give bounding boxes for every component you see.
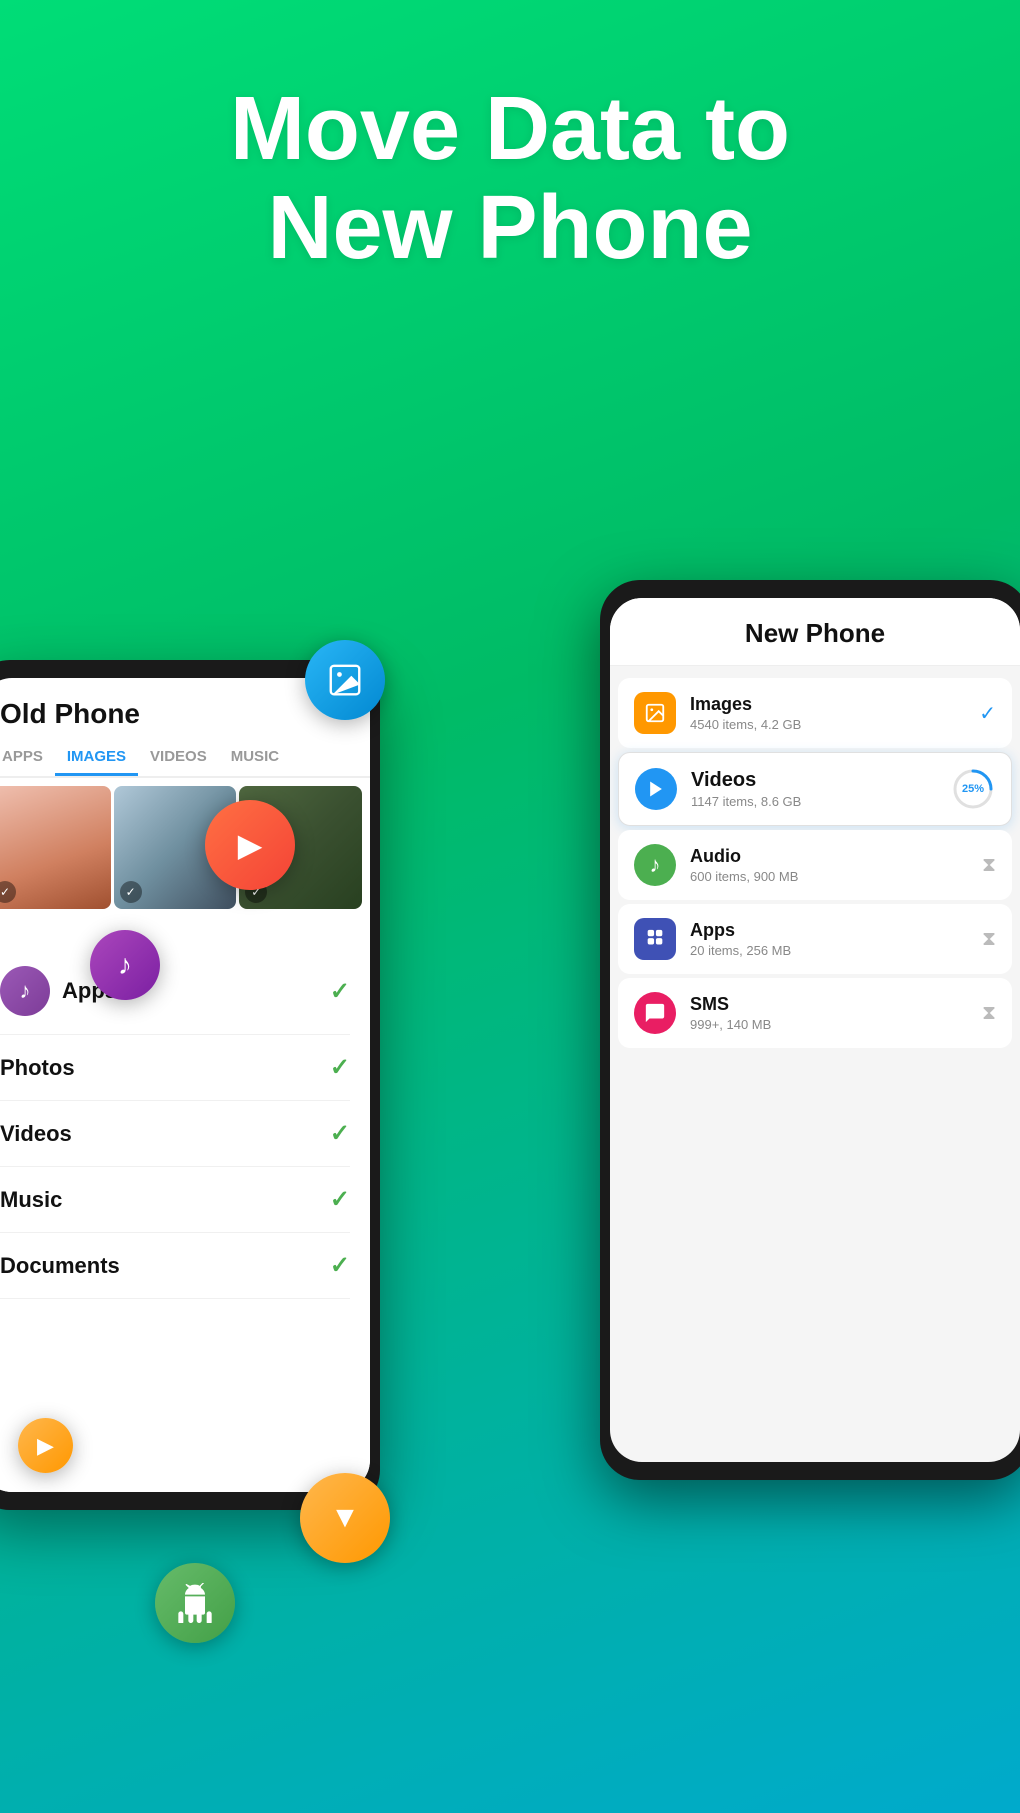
videos-label: Videos xyxy=(0,1121,72,1147)
photo-1: ✓ xyxy=(0,786,111,909)
apps-icon xyxy=(634,918,676,960)
photos-check: ✓ xyxy=(330,1053,350,1082)
music-note-icon: ♪ xyxy=(118,949,132,981)
music-label: Music xyxy=(0,1187,62,1213)
audio-icon: ♪ xyxy=(634,844,676,886)
apps-status: ⧗ xyxy=(982,928,996,951)
tab-videos[interactable]: VIDEOS xyxy=(138,740,219,776)
documents-label: Documents xyxy=(0,1253,120,1279)
new-list-item-videos[interactable]: Videos 1147 items, 8.6 GB 25% xyxy=(618,752,1012,826)
new-list-item-sms[interactable]: SMS 999+, 140 MB ⧗ xyxy=(618,978,1012,1048)
photos-label: Photos xyxy=(0,1055,75,1081)
hero-title-line2: New Phone xyxy=(60,179,960,278)
hero-title: Move Data to New Phone xyxy=(0,80,1020,278)
list-item-documents[interactable]: Documents ✓ xyxy=(0,1233,350,1299)
photo-2-check: ✓ xyxy=(120,881,142,903)
sms-name: SMS xyxy=(690,994,968,1015)
new-phone-screen: New Phone Images 4540 items, 4.2 GB xyxy=(610,598,1020,1462)
apps-info: Apps 20 items, 256 MB xyxy=(690,920,968,958)
audio-sub: 600 items, 900 MB xyxy=(690,869,968,884)
tab-music[interactable]: MUSIC xyxy=(219,740,291,776)
new-phone-title: New Phone xyxy=(610,598,1020,666)
audio-status: ⧗ xyxy=(982,854,996,877)
apps-name: Apps xyxy=(690,920,968,941)
music-check: ✓ xyxy=(330,1185,350,1214)
tab-images[interactable]: IMAGES xyxy=(55,740,138,776)
sms-sub: 999+, 140 MB xyxy=(690,1017,968,1032)
apps-check: ✓ xyxy=(330,977,350,1006)
apps-sub: 20 items, 256 MB xyxy=(690,943,968,958)
videos-sub: 1147 items, 8.6 GB xyxy=(691,794,937,809)
old-phone-screen: Old Phone APPS IMAGES VIDEOS MUSIC ✓ ✓ ✓ xyxy=(0,678,370,1492)
images-icon xyxy=(634,692,676,734)
old-phone-list: ♪ Apps ✓ Photos ✓ Videos ✓ Music ✓ xyxy=(0,948,370,1492)
float-orange-play[interactable]: ▶ xyxy=(18,1418,73,1473)
videos-progress: 25% xyxy=(951,767,995,811)
float-android-icon xyxy=(155,1563,235,1643)
videos-check: ✓ xyxy=(330,1119,350,1148)
sms-icon xyxy=(634,992,676,1034)
new-list-item-images[interactable]: Images 4540 items, 4.2 GB ✓ xyxy=(618,678,1012,748)
hero-title-line1: Move Data to xyxy=(60,80,960,179)
apps-music-icon: ♪ xyxy=(0,966,50,1016)
sms-info: SMS 999+, 140 MB xyxy=(690,994,968,1032)
audio-info: Audio 600 items, 900 MB xyxy=(690,846,968,884)
videos-icon xyxy=(635,768,677,810)
old-phone: Old Phone APPS IMAGES VIDEOS MUSIC ✓ ✓ ✓ xyxy=(0,660,380,1510)
audio-name: Audio xyxy=(690,846,968,867)
play-small-icon: ▶ xyxy=(37,1433,54,1459)
list-item-apps[interactable]: ♪ Apps ✓ xyxy=(0,948,350,1035)
images-status: ✓ xyxy=(979,701,996,726)
new-list-item-apps[interactable]: Apps 20 items, 256 MB ⧗ xyxy=(618,904,1012,974)
new-phone: New Phone Images 4540 items, 4.2 GB xyxy=(600,580,1020,1480)
new-phone-list: Images 4540 items, 4.2 GB ✓ Videos 1147 … xyxy=(610,666,1020,1060)
list-item-videos[interactable]: Videos ✓ xyxy=(0,1101,350,1167)
documents-check: ✓ xyxy=(330,1251,350,1280)
float-down-arrow[interactable]: ▼ xyxy=(300,1473,390,1563)
images-name: Images xyxy=(690,694,965,715)
float-image-icon xyxy=(305,640,385,720)
phones-wrapper: ▶ ♪ ▶ ▼ Old Phone APPS IMAGES VIDEOS MUS… xyxy=(0,580,1020,1813)
arrow-down-icon: ▼ xyxy=(330,1501,360,1535)
images-info: Images 4540 items, 4.2 GB xyxy=(690,694,965,732)
old-photos-grid: ✓ ✓ ✓ xyxy=(0,778,370,909)
list-item-music[interactable]: Music ✓ xyxy=(0,1167,350,1233)
list-item-photos[interactable]: Photos ✓ xyxy=(0,1035,350,1101)
images-sub: 4540 items, 4.2 GB xyxy=(690,717,965,732)
new-list-item-audio[interactable]: ♪ Audio 600 items, 900 MB ⧗ xyxy=(618,830,1012,900)
play-icon: ▶ xyxy=(238,826,263,864)
old-phone-tabs: APPS IMAGES VIDEOS MUSIC xyxy=(0,740,370,778)
videos-name: Videos xyxy=(691,769,937,792)
sms-status: ⧗ xyxy=(982,1002,996,1025)
float-play-button[interactable]: ▶ xyxy=(205,800,295,890)
videos-progress-label: 25% xyxy=(962,783,984,795)
tab-apps[interactable]: APPS xyxy=(0,740,55,776)
videos-info: Videos 1147 items, 8.6 GB xyxy=(691,769,937,809)
float-music-icon: ♪ xyxy=(90,930,160,1000)
